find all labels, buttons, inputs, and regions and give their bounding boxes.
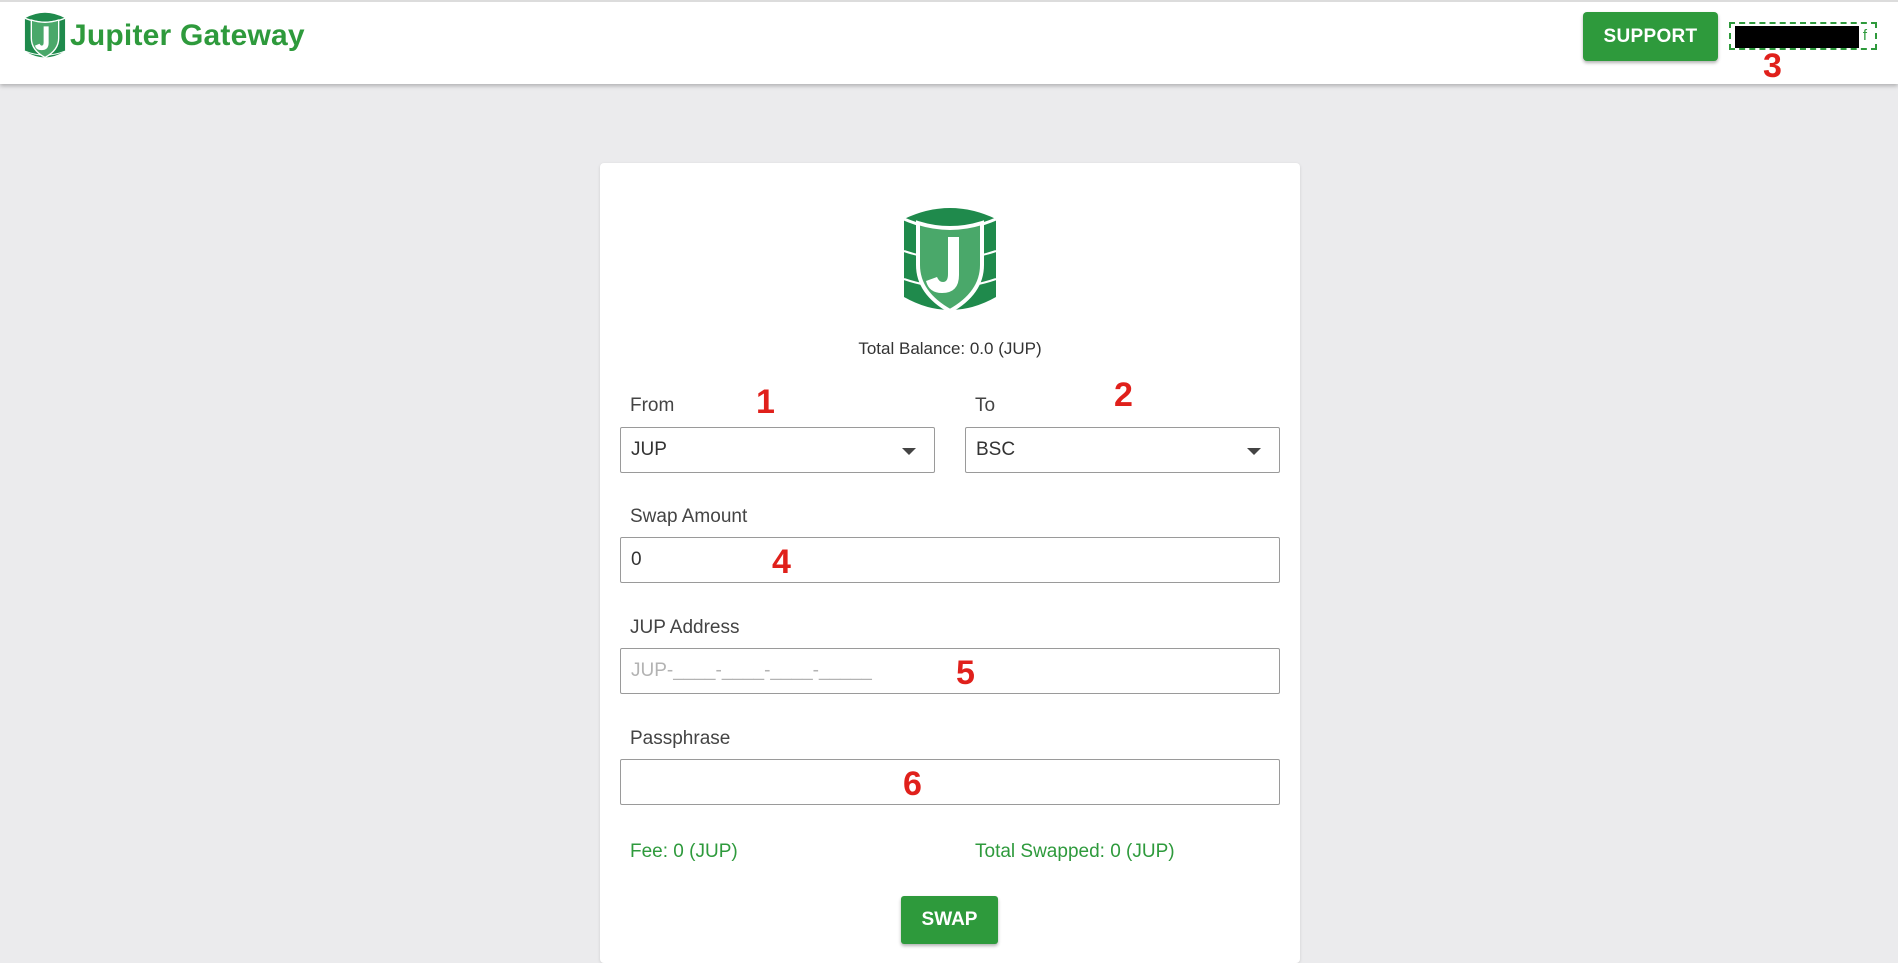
from-select[interactable]: JUP xyxy=(620,427,935,473)
marker-6: 6 xyxy=(903,765,922,803)
swap-card: Total Balance: 0.0 (JUP) From 1 JUP To 2… xyxy=(600,163,1300,963)
from-select-value: JUP xyxy=(631,439,667,460)
total-balance: Total Balance: 0.0 (JUP) xyxy=(858,339,1042,358)
marker-3: 3 xyxy=(1763,47,1782,85)
from-label: From xyxy=(630,395,675,416)
brand[interactable]: Jupiter Gateway xyxy=(22,10,305,62)
top-navbar: Jupiter Gateway SUPPORT f xyxy=(0,0,1898,84)
fee-text: Fee: 0 (JUP) xyxy=(630,841,738,862)
passphrase-input[interactable] xyxy=(620,759,1280,805)
marker-4: 4 xyxy=(772,543,791,581)
marker-1: 1 xyxy=(756,383,775,421)
support-button[interactable]: SUPPORT xyxy=(1583,12,1718,61)
account-address-redacted xyxy=(1735,26,1859,48)
caret-down-icon xyxy=(1247,448,1261,455)
swap-amount-input[interactable] xyxy=(620,537,1280,583)
swap-button[interactable]: SWAP xyxy=(901,896,998,944)
to-select[interactable]: BSC xyxy=(965,427,1280,473)
account-address-button[interactable]: f xyxy=(1729,22,1877,50)
to-label: To xyxy=(975,395,996,416)
passphrase-label: Passphrase xyxy=(630,728,731,749)
jupiter-logo-icon xyxy=(24,12,66,59)
jupiter-logo-icon xyxy=(903,208,997,314)
swap-amount-label: Swap Amount xyxy=(630,506,748,527)
address-label: JUP Address xyxy=(630,617,740,638)
account-address-suffix: f xyxy=(1862,27,1867,44)
caret-down-icon xyxy=(902,448,916,455)
brand-name: Jupiter Gateway xyxy=(70,19,305,52)
marker-2: 2 xyxy=(1114,376,1133,414)
jup-address-input[interactable] xyxy=(620,648,1280,694)
marker-5: 5 xyxy=(956,654,975,692)
total-swapped-text: Total Swapped: 0 (JUP) xyxy=(975,841,1175,862)
to-select-value: BSC xyxy=(976,439,1016,460)
